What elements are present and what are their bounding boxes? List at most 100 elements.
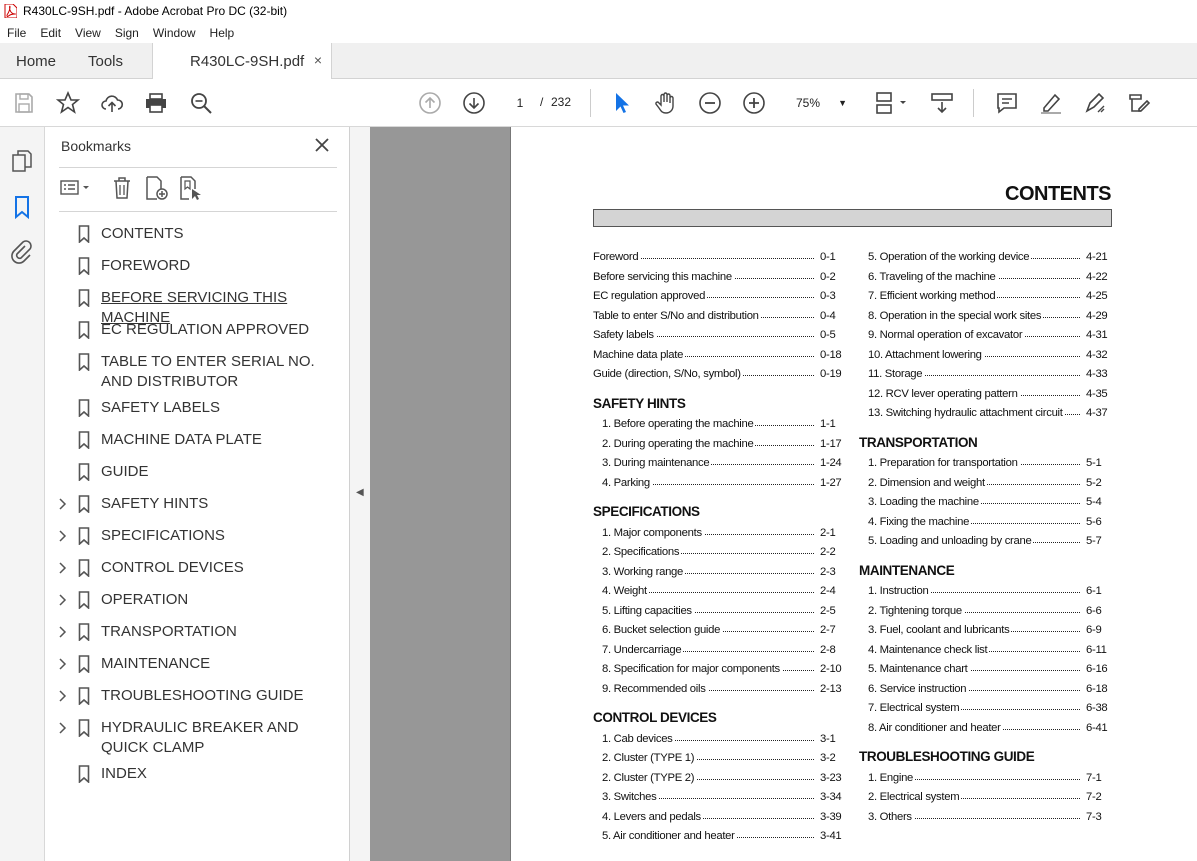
bookmark-from-structure-icon[interactable] [177,175,203,201]
toc-entry[interactable]: 8. Air conditioner and heater 6-41 [868,721,1111,736]
next-page-icon[interactable] [462,91,486,115]
new-bookmark-icon[interactable] [143,175,169,201]
toc-entry[interactable]: 5. Operation of the working device 4-21 [868,251,1111,265]
highlight-pen-icon[interactable] [1039,91,1063,115]
panel-splitter[interactable]: ◀ [350,127,370,861]
toc-entry[interactable]: 5. Air conditioner and heater 3-41 [602,830,843,844]
toc-entry[interactable]: 6. Traveling of the machine 4-22 [868,270,1111,285]
page-number-input[interactable]: 1 [506,91,534,115]
chevron-right-icon[interactable] [57,496,69,512]
menu-window[interactable]: Window [146,26,203,40]
toc-entry[interactable]: 9. Recommended oils 2-13 [602,682,843,697]
toc-entry[interactable]: 1. Before operating the machine 1-1 [602,418,843,432]
chevron-right-icon[interactable] [57,560,69,576]
toc-entry[interactable]: 6. Service instruction 6-18 [868,682,1111,697]
find-zoom-icon[interactable] [189,91,213,115]
select-pointer-icon[interactable] [610,91,634,115]
attachments-paperclip-icon[interactable] [10,240,34,264]
toc-entry[interactable]: 3. During maintenance 1-24 [602,457,843,471]
save-icon[interactable] [12,91,36,115]
bookmarks-icon[interactable] [10,195,34,220]
toc-entry[interactable]: Machine data plate 0-18 [593,348,843,363]
star-icon[interactable] [55,90,81,115]
toc-entry[interactable]: 3. Loading the machine 5-4 [868,496,1111,510]
toc-entry[interactable]: 6. Bucket selection guide 2-7 [602,624,843,638]
toc-entry[interactable]: 10. Attachment lowering 4-32 [868,348,1111,363]
toc-entry[interactable]: 8. Operation in the special work sites 4-… [868,309,1111,324]
menu-sign[interactable]: Sign [108,26,146,40]
toc-entry[interactable]: 4. Weight 2-4 [602,585,843,599]
chevron-right-icon[interactable] [57,592,69,608]
toc-entry[interactable]: 9. Normal operation of excavator 4-31 [868,329,1111,343]
menu-file[interactable]: File [0,26,33,40]
menu-view[interactable]: View [68,26,108,40]
toc-entry[interactable]: 7. Undercarriage 2-8 [602,643,843,658]
toc-entry[interactable]: Safety labels 0-5 [593,329,843,343]
toc-entry[interactable]: 1. Engine 7-1 [868,771,1111,786]
toc-entry[interactable]: 1. Major components 2-1 [602,526,843,541]
chevron-right-icon[interactable] [57,688,69,704]
page-thumbnails-icon[interactable] [10,149,34,173]
upload-cloud-icon[interactable] [100,91,124,115]
collapse-panel-icon[interactable]: ◀ [356,487,364,498]
close-panel-icon[interactable] [313,136,331,154]
toc-entry[interactable]: 3. Others 7-3 [868,810,1111,825]
toc-entry[interactable]: 5. Lifting capacities 2-5 [602,604,843,619]
toc-entry[interactable]: 2. Cluster (TYPE 2) 3-23 [602,771,843,786]
close-tab-icon[interactable]: × [314,52,322,68]
toc-entry[interactable]: 12. RCV lever operating pattern 4-35 [868,387,1111,402]
edit-stamp-icon[interactable] [1127,91,1151,115]
scrolling-mode-icon[interactable] [930,91,954,115]
toc-entry[interactable]: 3. Fuel, coolant and lubricants 6-9 [868,624,1111,638]
toc-entry[interactable]: 2. Specifications 2-2 [602,546,843,560]
toc-entry[interactable]: 1. Instruction 6-1 [868,585,1111,599]
toc-entry[interactable]: Foreword 0-1 [593,251,843,265]
toc-entry[interactable]: 4. Maintenance check list 6-11 [868,643,1111,658]
toc-entry[interactable]: 2. During operating the machine 1-17 [602,437,843,452]
bookmark-options-icon[interactable] [59,175,93,201]
tab-tools[interactable]: Tools [88,43,123,79]
toc-entry[interactable]: 13. Switching hydraulic attachment circu… [868,407,1111,421]
toc-entry[interactable]: 1. Preparation for transportation 5-1 [868,457,1111,471]
toc-entry[interactable]: 2. Electrical system 7-2 [868,791,1111,805]
zoom-level-select[interactable]: 75% ▼ [785,92,853,114]
toc-entry[interactable]: 4. Parking 1-27 [602,476,843,491]
toc-entry[interactable]: 5. Loading and unloading by crane 5-7 [868,535,1111,549]
toc-entry[interactable]: 7. Electrical system 6-38 [868,702,1111,716]
zoom-out-icon[interactable] [698,91,722,115]
toc-entry[interactable]: 2. Cluster (TYPE 1) 3-2 [602,752,843,766]
comment-icon[interactable] [995,91,1019,115]
print-icon[interactable] [144,91,168,115]
bookmark-icon [78,463,90,481]
toc-entry[interactable]: 3. Switches 3-34 [602,791,843,805]
previous-page-icon[interactable] [418,91,442,115]
chevron-right-icon[interactable] [57,656,69,672]
menu-edit[interactable]: Edit [33,26,68,40]
toc-entry[interactable]: EC regulation approved 0-3 [593,290,843,304]
toc-entry[interactable]: 2. Dimension and weight 5-2 [868,476,1111,491]
toc-entry[interactable]: 2. Tightening torque 6-6 [868,604,1111,619]
document-viewer[interactable]: CONTENTS Foreword 0-1 Before servicing thi… [370,127,1197,861]
chevron-right-icon[interactable] [57,624,69,640]
toc-entry[interactable]: 4. Fixing the machine 5-6 [868,515,1111,530]
toc-entry[interactable]: 11. Storage 4-33 [868,368,1111,382]
toc-entry[interactable]: 5. Maintenance chart 6-16 [868,663,1111,677]
toc-entry[interactable]: 1. Cab devices 3-1 [602,732,843,747]
toc-entry[interactable]: Table to enter S/No and distribution 0-4 [593,309,843,324]
toc-entry[interactable]: Guide (direction, S/No, symbol) 0-19 [593,368,843,382]
chevron-right-icon[interactable] [57,528,69,544]
tab-home[interactable]: Home [16,43,56,79]
toc-entry[interactable]: Before servicing this machine 0-2 [593,270,843,285]
toc-entry[interactable]: 3. Working range 2-3 [602,565,843,580]
page-display-icon[interactable] [874,91,910,115]
delete-bookmark-icon[interactable] [109,175,135,201]
chevron-right-icon[interactable] [57,720,69,736]
toc-entry[interactable]: 4. Levers and pedals 3-39 [602,810,843,825]
toc-entry[interactable]: 7. Efficient working method 4-25 [868,290,1111,304]
zoom-in-icon[interactable] [742,91,766,115]
hand-tool-icon[interactable] [654,91,678,115]
menu-help[interactable]: Help [203,26,242,40]
sign-pen-icon[interactable] [1083,91,1107,115]
tab-document[interactable]: R430LC-9SH.pdf × [152,43,332,80]
toc-entry[interactable]: 8. Specification for major components 2-1… [602,663,843,677]
